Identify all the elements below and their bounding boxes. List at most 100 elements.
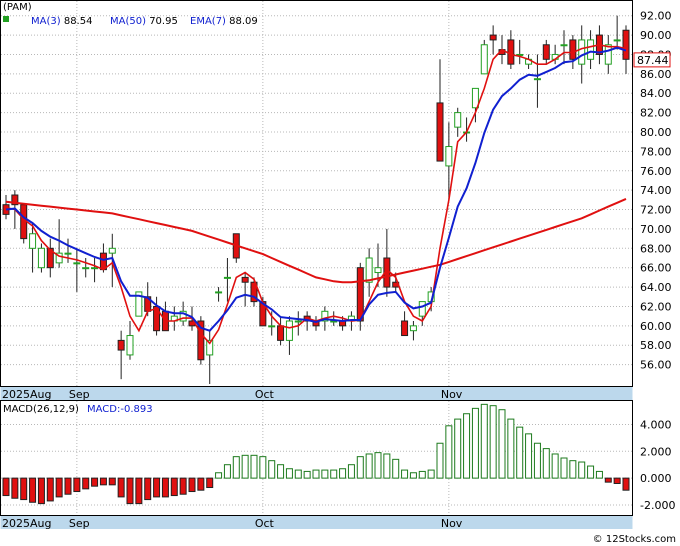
macd-bar bbox=[161, 477, 169, 498]
candle-body bbox=[365, 257, 373, 283]
macd-bar bbox=[215, 472, 223, 479]
macd-bar bbox=[64, 477, 72, 495]
macd-bar bbox=[525, 433, 533, 479]
macd-bar bbox=[117, 477, 125, 498]
macd-legend: MACD(26,12,9) MACD:-0.893 bbox=[3, 404, 153, 415]
macd-bar bbox=[303, 470, 311, 479]
candle-body bbox=[117, 339, 125, 351]
candle-body bbox=[507, 39, 515, 65]
macd-bar bbox=[170, 477, 178, 497]
macd-bar bbox=[259, 456, 267, 479]
macd-bar bbox=[91, 477, 99, 487]
price-y-tick-label: 90.00 bbox=[640, 29, 672, 42]
macd-bar bbox=[241, 454, 249, 479]
candle-body bbox=[268, 325, 276, 328]
macd-y-ticks: 4.000 2.000 0.000 -2.000 bbox=[640, 418, 675, 511]
candle-body bbox=[445, 146, 453, 167]
macd-bar bbox=[99, 477, 107, 486]
macd-bar bbox=[454, 418, 462, 479]
macd-bar bbox=[409, 472, 417, 479]
candle-body bbox=[569, 39, 577, 60]
price-y-tick-label: 62.00 bbox=[640, 300, 672, 313]
price-y-tick-label: 56.00 bbox=[640, 359, 672, 372]
candle-body bbox=[613, 39, 621, 42]
candle-body bbox=[215, 291, 223, 294]
price-x-tick-label: Oct bbox=[255, 388, 275, 401]
macd-bar bbox=[285, 468, 293, 479]
macd-bar bbox=[11, 477, 19, 499]
legend-swatch-icon bbox=[3, 16, 9, 22]
macd-bar bbox=[82, 477, 90, 490]
candle-body bbox=[277, 325, 285, 341]
macd-bar bbox=[471, 407, 479, 479]
macd-bar bbox=[356, 456, 364, 479]
price-y-tick-label: 64.00 bbox=[640, 281, 672, 294]
candle-body bbox=[560, 44, 568, 47]
macd-bar bbox=[144, 477, 152, 501]
price-x-tick-label: Nov bbox=[441, 388, 463, 401]
macd-y-tick-label: 2.000 bbox=[640, 445, 672, 458]
macd-bar bbox=[2, 477, 10, 497]
candle-body bbox=[108, 247, 116, 254]
macd-bar bbox=[551, 453, 559, 479]
candle-body bbox=[29, 233, 37, 249]
macd-bar bbox=[401, 469, 409, 479]
price-x-tick-label: 2025Aug bbox=[2, 388, 51, 401]
candle-body bbox=[578, 39, 586, 65]
candle-body bbox=[374, 267, 382, 274]
macd-y-tick-label: -2.000 bbox=[640, 499, 675, 512]
candle-body bbox=[126, 335, 134, 356]
macd-x-tick-label: Oct bbox=[255, 517, 275, 530]
macd-x-tick-label: 2025Aug bbox=[2, 517, 51, 530]
macd-bar bbox=[587, 465, 595, 479]
macd-bar bbox=[463, 413, 471, 479]
macd-bar bbox=[392, 458, 400, 479]
macd-y-tick-label: 0.000 bbox=[640, 472, 672, 485]
candle-body bbox=[294, 320, 302, 323]
macd-bar bbox=[436, 442, 444, 479]
macd-bar bbox=[445, 425, 453, 479]
candle-body bbox=[82, 267, 90, 270]
macd-bar bbox=[294, 469, 302, 479]
macd-bar bbox=[516, 426, 524, 479]
macd-bar bbox=[347, 464, 355, 479]
ma50-legend: MA(50) 70.95 bbox=[110, 16, 178, 27]
macd-bar bbox=[46, 477, 54, 502]
macd-bar bbox=[29, 477, 37, 503]
candle-body bbox=[223, 276, 231, 279]
macd-bar bbox=[268, 460, 276, 479]
price-y-tick-label: 60.00 bbox=[640, 320, 672, 333]
chart-title: (PAM) bbox=[3, 2, 32, 13]
macd-title: MACD(26,12,9) bbox=[3, 404, 79, 415]
macd-bar bbox=[179, 477, 187, 495]
candle-body bbox=[91, 267, 99, 270]
candle-body bbox=[409, 325, 417, 332]
macd-bar bbox=[312, 469, 320, 479]
macd-bar bbox=[108, 477, 116, 486]
ma3-legend: MA(3) 88.54 bbox=[31, 16, 92, 27]
macd-bar bbox=[507, 418, 515, 479]
macd-bar bbox=[622, 477, 630, 491]
macd-bar bbox=[197, 477, 205, 491]
candle-body bbox=[37, 247, 45, 269]
macd-bar bbox=[339, 468, 347, 479]
candle-body bbox=[356, 267, 364, 322]
price-y-tick-label: 74.00 bbox=[640, 184, 672, 197]
last-price-value: 87.44 bbox=[637, 54, 669, 67]
macd-bar bbox=[37, 477, 45, 505]
candle-body bbox=[604, 44, 612, 65]
macd-bar bbox=[188, 477, 196, 493]
macd-bar bbox=[330, 469, 338, 479]
macd-bar bbox=[595, 470, 603, 479]
price-y-tick-label: 72.00 bbox=[640, 204, 672, 217]
macd-y-tick-label: 4.000 bbox=[640, 418, 672, 431]
macd-bar bbox=[73, 477, 81, 493]
last-price-tag: 87.44 bbox=[633, 52, 671, 68]
price-y-tick-label: 68.00 bbox=[640, 242, 672, 255]
price-y-tick-label: 58.00 bbox=[640, 339, 672, 352]
macd-value: MACD:-0.893 bbox=[87, 404, 153, 415]
candle-body bbox=[73, 262, 81, 265]
candle-body bbox=[285, 320, 293, 341]
stock-chart: 92.0090.0088.0086.0084.0082.0080.0078.00… bbox=[0, 0, 675, 530]
candle-body bbox=[542, 44, 550, 60]
